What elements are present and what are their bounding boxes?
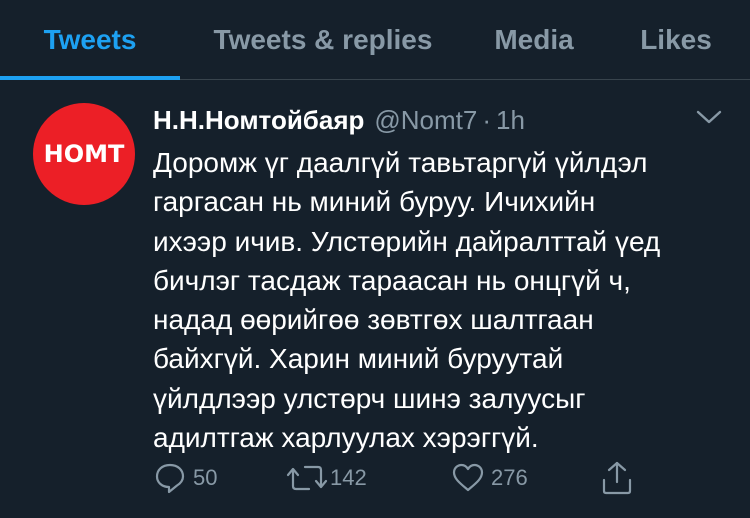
retweet-count: 142 <box>330 465 367 490</box>
tweet[interactable]: НОМТ Н.Н.Номтойбаяр @Nomt7 · 1h Доромж ү… <box>0 81 750 518</box>
tab-likes[interactable]: Likes <box>602 0 750 80</box>
share-button[interactable] <box>600 458 634 498</box>
tweet-actions: 50 142 276 <box>153 458 653 498</box>
like-button[interactable]: 276 <box>451 458 528 498</box>
tab-media[interactable]: Media <box>466 0 602 80</box>
tweet-text: Доромж үг даалгүй тавьтаргүй үйлдэл гарг… <box>153 147 661 454</box>
retweet-button[interactable]: 142 <box>286 458 367 498</box>
like-count: 276 <box>491 465 528 490</box>
tweet-header: Н.Н.Номтойбаяр @Nomt7 · 1h <box>153 103 525 137</box>
chevron-down-icon[interactable] <box>694 107 724 127</box>
active-tab-indicator <box>0 76 180 80</box>
reply-icon <box>153 461 187 495</box>
like-icon <box>451 461 485 495</box>
reply-count: 50 <box>193 465 218 490</box>
tweet-timestamp[interactable]: 1h <box>496 105 525 136</box>
retweet-icon <box>286 461 328 495</box>
avatar[interactable]: НОМТ <box>33 103 135 205</box>
share-icon <box>600 460 634 496</box>
reply-button[interactable]: 50 <box>153 458 217 498</box>
author-handle[interactable]: @Nomt7 <box>374 105 477 136</box>
profile-tabs: Tweets Tweets & replies Media Likes <box>0 0 750 80</box>
avatar-logo-text: НОМТ <box>43 140 125 168</box>
tab-tweets[interactable]: Tweets <box>0 0 180 80</box>
author-name[interactable]: Н.Н.Номтойбаяр <box>153 105 364 136</box>
separator-dot: · <box>482 104 492 135</box>
tab-tweets-and-replies[interactable]: Tweets & replies <box>180 0 466 80</box>
